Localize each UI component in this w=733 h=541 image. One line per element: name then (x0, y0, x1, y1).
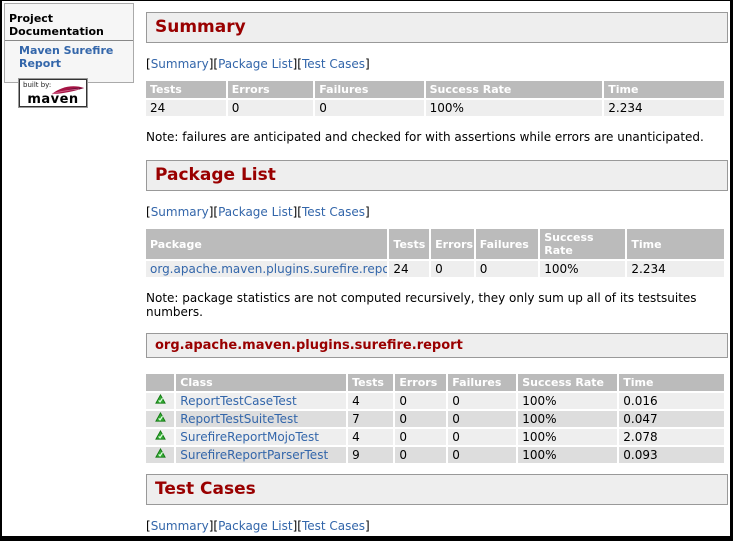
table-row: ReportTestCaseTest 4 0 0 100% 0.016 (146, 393, 724, 409)
errors-value: 0 (395, 447, 446, 463)
table-row: SurefireReportParserTest 9 0 0 100% 0.09… (146, 447, 724, 463)
package-errors-value: 0 (431, 261, 474, 277)
errors-value: 0 (395, 393, 446, 409)
tests-value: 9 (348, 447, 393, 463)
class-link[interactable]: SurefireReportParserTest (180, 448, 328, 462)
section-nav-links-package-list: [Summary][Package List][Test Cases] (146, 205, 728, 219)
package-list-table: Package Tests Errors Failures Success Ra… (144, 227, 726, 279)
summary-col-tests: Tests (146, 81, 226, 98)
class-link[interactable]: SurefireReportMojoTest (180, 430, 319, 444)
time-value: 0.093 (619, 447, 724, 463)
summary-section-title: Summary (146, 12, 728, 43)
success-rate-value: 100% (518, 411, 617, 427)
class-table: Class Tests Errors Failures Success Rate… (144, 372, 726, 465)
summary-errors-value: 0 (228, 100, 314, 116)
failures-value: 0 (448, 393, 516, 409)
package-failures-value: 0 (476, 261, 538, 277)
bracket: ] (365, 519, 370, 533)
package-tests-value: 24 (389, 261, 429, 277)
failures-value: 0 (448, 429, 516, 445)
class-link[interactable]: ReportTestSuiteTest (180, 412, 298, 426)
class-col-tests: Tests (348, 374, 393, 391)
summary-table: Tests Errors Failures Success Rate Time … (144, 79, 726, 118)
summary-col-time: Time (604, 81, 724, 98)
report-body: Summary [Summary][Package List][Test Cas… (146, 1, 728, 536)
summary-col-errors: Errors (228, 81, 314, 98)
class-col-status (146, 374, 174, 391)
sidebar-title: Project Documentation (5, 12, 133, 41)
class-col-failures: Failures (448, 374, 516, 391)
class-col-time: Time (619, 374, 724, 391)
package-row: org.apache.maven.plugins.surefire.report… (146, 261, 724, 277)
tests-value: 7 (348, 411, 393, 427)
summary-row: 24 0 0 100% 2.234 (146, 100, 724, 116)
test-cases-section-title: Test Cases (146, 474, 728, 505)
class-col-success-rate: Success Rate (518, 374, 617, 391)
time-value: 2.078 (619, 429, 724, 445)
sidebar: Project Documentation Maven Surefire Rep… (4, 3, 134, 83)
nav-link-summary[interactable]: Summary (151, 205, 209, 219)
package-col-success-rate: Success Rate (540, 229, 625, 259)
success-rate-value: 100% (518, 447, 617, 463)
nav-link-package-list[interactable]: Package List (218, 57, 293, 71)
package-list-section-title: Package List (146, 160, 728, 191)
maven-logo[interactable]: built by: maven (19, 79, 87, 107)
package-col-time: Time (627, 229, 724, 259)
package-time-value: 2.234 (627, 261, 724, 277)
tests-value: 4 (348, 429, 393, 445)
package-col-failures: Failures (476, 229, 538, 259)
errors-value: 0 (395, 411, 446, 427)
summary-tests-value: 24 (146, 100, 226, 116)
summary-success-rate-value: 100% (426, 100, 603, 116)
bracket: ] (365, 205, 370, 219)
nav-link-test-cases[interactable]: Test Cases (302, 57, 365, 71)
success-icon (146, 429, 174, 445)
time-value: 0.047 (619, 411, 724, 427)
section-nav-links-summary: [Summary][Package List][Test Cases] (146, 57, 728, 71)
success-icon (146, 411, 174, 427)
nav-link-package-list[interactable]: Package List (218, 205, 293, 219)
nav-link-test-cases[interactable]: Test Cases (302, 519, 365, 533)
summary-time-value: 2.234 (604, 100, 724, 116)
logo-built-by-label: built by: (23, 81, 51, 89)
success-icon (146, 447, 174, 463)
logo-brand-text: maven (20, 93, 86, 106)
summary-col-success-rate: Success Rate (426, 81, 603, 98)
nav-link-summary[interactable]: Summary (151, 57, 209, 71)
table-row: SurefireReportMojoTest 4 0 0 100% 2.078 (146, 429, 724, 445)
table-row: ReportTestSuiteTest 7 0 0 100% 0.047 (146, 411, 724, 427)
time-value: 0.016 (619, 393, 724, 409)
bracket: ] (365, 57, 370, 71)
package-detail-title: org.apache.maven.plugins.surefire.report (146, 333, 728, 358)
class-col-class: Class (176, 374, 346, 391)
nav-link-package-list[interactable]: Package List (218, 519, 293, 533)
report-page: Project Documentation Maven Surefire Rep… (2, 1, 730, 536)
package-col-package: Package (146, 229, 387, 259)
success-rate-value: 100% (518, 393, 617, 409)
nav-link-test-cases[interactable]: Test Cases (302, 205, 365, 219)
errors-value: 0 (395, 429, 446, 445)
sidebar-item-maven-surefire-report[interactable]: Maven Surefire Report (19, 44, 133, 70)
class-link[interactable]: ReportTestCaseTest (180, 394, 296, 408)
summary-failures-value: 0 (315, 100, 423, 116)
success-rate-value: 100% (518, 429, 617, 445)
success-icon (146, 393, 174, 409)
tests-value: 4 (348, 393, 393, 409)
class-col-errors: Errors (395, 374, 446, 391)
nav-link-summary[interactable]: Summary (151, 519, 209, 533)
package-success-rate-value: 100% (540, 261, 625, 277)
package-link[interactable]: org.apache.maven.plugins.surefire.report (150, 262, 387, 276)
summary-note: Note: failures are anticipated and check… (146, 130, 728, 144)
failures-value: 0 (448, 447, 516, 463)
summary-col-failures: Failures (315, 81, 423, 98)
package-list-note: Note: package statistics are not compute… (146, 291, 728, 319)
failures-value: 0 (448, 411, 516, 427)
package-col-tests: Tests (389, 229, 429, 259)
section-nav-links-test-cases: [Summary][Package List][Test Cases] (146, 519, 728, 533)
package-col-errors: Errors (431, 229, 474, 259)
